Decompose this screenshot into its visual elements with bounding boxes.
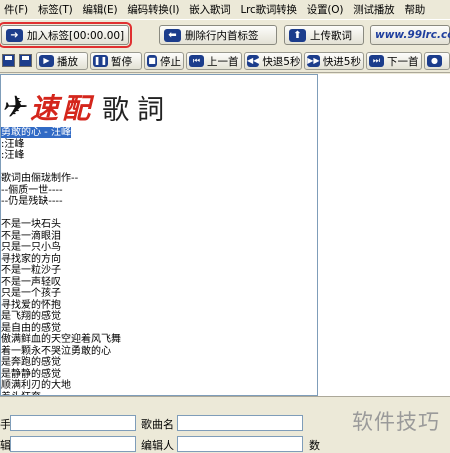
title-label: 歌曲名 bbox=[141, 418, 174, 431]
play-label: 播放 bbox=[57, 55, 78, 68]
play-icon: ▶ bbox=[39, 55, 54, 67]
editor-field[interactable] bbox=[177, 436, 303, 452]
lyrics-text[interactable]: 勇敢的心 - 汪峰 :汪峰 :汪峰 歌词由俪珑制作-- --俪质一世---- -… bbox=[1, 127, 121, 396]
menu-tag[interactable]: 标签(T) bbox=[34, 2, 79, 17]
website-label: www.99lrc.com bbox=[375, 29, 450, 41]
arrow-up-icon: ⬆ bbox=[289, 28, 306, 42]
rewind-label: 快退5秒 bbox=[262, 55, 301, 68]
website-link[interactable]: www.99lrc.com bbox=[370, 25, 450, 45]
forward-label: 快进5秒 bbox=[322, 55, 361, 68]
pause-icon: ❚❚ bbox=[93, 55, 108, 67]
forward-button[interactable]: ▶▶ 快进5秒 bbox=[304, 52, 364, 70]
title-field[interactable] bbox=[177, 415, 303, 431]
previous-button[interactable]: ⏮ 上一首 bbox=[186, 52, 242, 70]
forward-icon: ▶▶ bbox=[307, 55, 320, 67]
menu-encoding[interactable]: 编码转换(I) bbox=[123, 2, 185, 17]
next-label: 下一首 bbox=[387, 55, 419, 68]
logo-red-text: 速配 bbox=[30, 92, 95, 125]
stop-icon: ■ bbox=[147, 55, 157, 67]
extra-label: 数 bbox=[309, 439, 320, 452]
app-logo: ✈ 速配 歌詞 bbox=[0, 87, 173, 127]
lyrics-editor[interactable]: ✈ 速配 歌詞 勇敢的心 - 汪峰 :汪峰 :汪峰 歌词由俪珑制作-- --俪质… bbox=[0, 74, 318, 396]
menu-settings[interactable]: 设置(O) bbox=[303, 2, 349, 17]
watermark: 软件技巧 bbox=[352, 410, 440, 434]
upload-lyrics-label: 上传歌词 bbox=[310, 29, 352, 42]
previous-icon: ⏮ bbox=[189, 55, 204, 67]
logo-black-text: 歌詞 bbox=[102, 94, 173, 126]
extra-button[interactable]: ● bbox=[424, 52, 450, 70]
next-icon: ⏭ bbox=[369, 55, 384, 67]
menu-help[interactable]: 帮助 bbox=[400, 2, 431, 17]
arrow-left-icon: ⬅ bbox=[164, 28, 181, 42]
logo-icon: ✈ bbox=[0, 89, 33, 125]
playback-toolbar: ▶ 播放 ❚❚ 暂停 ■ 停止 ⏮ 上一首 ◀◀ 快退5秒 ▶▶ 快进5秒 ⏭ 下一首 ● bbox=[0, 50, 450, 73]
tag-toolbar: ➜ 加入标签[00:00.00] ⬅ 删除行内首标签 ⬆ 上传歌词 www.99… bbox=[0, 19, 450, 51]
selected-title-line: 勇敢的心 - 汪峰 bbox=[1, 127, 71, 138]
editor-label: 编辑人 bbox=[141, 439, 174, 452]
menu-bar: 件(F) 标签(T) 编辑(E) 编码转换(I) 嵌入歌词 Lrc歌词转换 设置… bbox=[0, 0, 450, 19]
rewind-icon: ◀◀ bbox=[247, 55, 260, 67]
menu-file[interactable]: 件(F) bbox=[0, 2, 34, 17]
delete-tag-label: 删除行内首标签 bbox=[185, 29, 259, 42]
upload-lyrics-button[interactable]: ⬆ 上传歌词 bbox=[284, 25, 364, 45]
singer-field[interactable] bbox=[10, 415, 136, 431]
rewind-button[interactable]: ◀◀ 快退5秒 bbox=[244, 52, 302, 70]
menu-lrc-convert[interactable]: Lrc歌词转换 bbox=[236, 2, 302, 17]
side-panel bbox=[318, 74, 450, 396]
play-button[interactable]: ▶ 播放 bbox=[36, 52, 88, 70]
add-tag-button[interactable]: ➜ 加入标签[00:00.00] bbox=[0, 22, 132, 48]
album-field[interactable] bbox=[10, 436, 136, 452]
menu-test-play[interactable]: 测试播放 bbox=[349, 2, 400, 17]
pause-button[interactable]: ❚❚ 暂停 bbox=[90, 52, 142, 70]
save-icon[interactable] bbox=[2, 54, 15, 67]
save-as-icon[interactable] bbox=[19, 54, 32, 67]
delete-tag-button[interactable]: ⬅ 删除行内首标签 bbox=[159, 25, 277, 45]
lyrics-lines: :汪峰 :汪峰 歌词由俪珑制作-- --俪质一世---- --仍是残缺---- … bbox=[1, 138, 121, 396]
menu-edit[interactable]: 编辑(E) bbox=[79, 2, 124, 17]
previous-label: 上一首 bbox=[207, 55, 239, 68]
pause-label: 暂停 bbox=[111, 55, 132, 68]
add-tag-label: 加入标签[00:00.00] bbox=[27, 29, 125, 42]
stop-button[interactable]: ■ 停止 bbox=[144, 52, 184, 70]
circle-icon: ● bbox=[427, 55, 442, 67]
menu-embed-lyrics[interactable]: 嵌入歌词 bbox=[185, 2, 236, 17]
arrow-right-icon: ➜ bbox=[6, 28, 23, 42]
stop-label: 停止 bbox=[160, 55, 181, 68]
next-button[interactable]: ⏭ 下一首 bbox=[366, 52, 422, 70]
